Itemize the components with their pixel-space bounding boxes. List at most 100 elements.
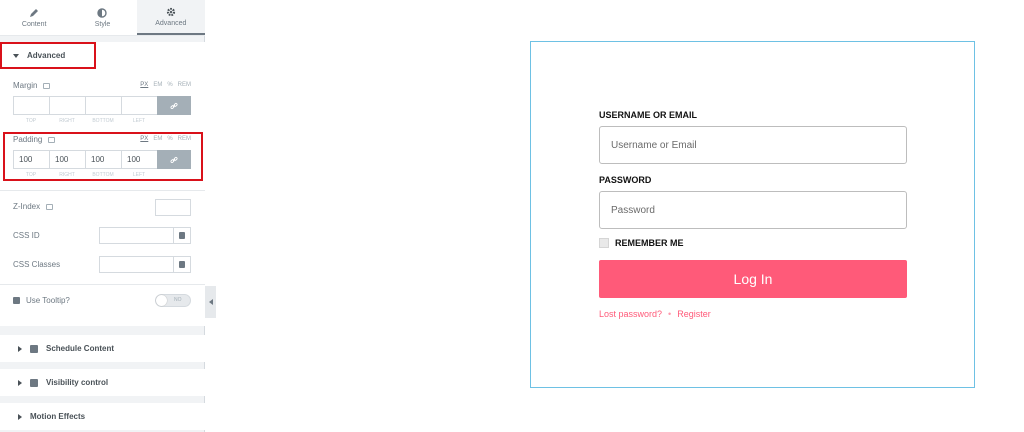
- desktop-icon[interactable]: [43, 82, 51, 89]
- padding-label: Padding: [13, 135, 43, 144]
- unit-rem[interactable]: REM: [178, 136, 191, 142]
- section-label: Motion Effects: [30, 412, 86, 421]
- margin-top-input[interactable]: [13, 96, 49, 115]
- register-link[interactable]: Register: [677, 309, 711, 319]
- unit-px[interactable]: PX: [140, 136, 148, 142]
- padding-right-input[interactable]: 100: [49, 150, 85, 169]
- padding-link-button[interactable]: [157, 150, 191, 169]
- dim-label-left: LEFT: [132, 118, 146, 124]
- advanced-section-header[interactable]: Advanced: [0, 42, 96, 69]
- unit-em[interactable]: EM: [153, 82, 162, 88]
- margin-units: PX EM % REM: [140, 82, 191, 88]
- divider: [0, 284, 205, 285]
- password-label: PASSWORD: [599, 175, 652, 185]
- caret-right-icon: [18, 345, 22, 352]
- login-button[interactable]: Log In: [599, 260, 907, 298]
- chevron-left-icon: [208, 299, 213, 305]
- password-input[interactable]: Password: [599, 191, 907, 229]
- element-icon: [30, 344, 38, 353]
- unit-em[interactable]: EM: [153, 136, 162, 142]
- dim-label-top: TOP: [25, 118, 37, 124]
- dim-label-right: RIGHT: [59, 172, 75, 178]
- desktop-icon[interactable]: [46, 203, 54, 210]
- section-label: Schedule Content: [46, 344, 115, 353]
- section-motion-effects[interactable]: Motion Effects: [0, 403, 205, 430]
- padding-top-input[interactable]: 100: [13, 150, 49, 169]
- toggle-text: NO: [174, 297, 182, 303]
- margin-bottom-input[interactable]: [85, 96, 121, 115]
- caret-right-icon: [18, 379, 22, 386]
- gear-icon: [166, 7, 175, 16]
- css-id-label-group: CSS ID: [13, 231, 40, 240]
- margin-dimensions: [13, 96, 191, 115]
- link-icon: [170, 156, 178, 163]
- css-id-label: CSS ID: [13, 231, 40, 240]
- remember-me-label: REMEMBER ME: [615, 238, 684, 248]
- section-schedule-content[interactable]: Schedule Content: [0, 335, 205, 362]
- dynamic-tags-button[interactable]: [173, 257, 190, 272]
- padding-left-input[interactable]: 100: [121, 150, 157, 169]
- css-classes-label: CSS Classes: [13, 260, 61, 269]
- tab-advanced[interactable]: Advanced: [136, 0, 205, 35]
- lost-password-link[interactable]: Lost password?: [599, 309, 662, 319]
- panel-tabs: Content Style Advanced: [0, 0, 205, 36]
- margin-dim-labels: TOP RIGHT BOTTOM LEFT: [13, 118, 191, 124]
- database-icon: [179, 261, 185, 268]
- link-icon: [170, 102, 178, 109]
- padding-bottom-input[interactable]: 100: [85, 150, 121, 169]
- margin-left-input[interactable]: [121, 96, 157, 115]
- tooltip-label-group: Use Tooltip?: [13, 296, 70, 305]
- z-index-label-group: Z-Index: [13, 202, 54, 211]
- element-icon: [30, 378, 38, 387]
- padding-label-group: Padding: [13, 135, 56, 144]
- tab-content-label: Content: [21, 20, 47, 28]
- remember-me-checkbox[interactable]: [599, 238, 609, 248]
- dim-label-right: RIGHT: [59, 118, 75, 124]
- dim-label-top: TOP: [25, 172, 37, 178]
- toggle-knob: [156, 295, 167, 306]
- tab-style[interactable]: Style: [68, 0, 136, 35]
- margin-link-button[interactable]: [157, 96, 191, 115]
- z-index-input[interactable]: [155, 199, 191, 216]
- unit-percent[interactable]: %: [167, 82, 172, 88]
- dim-label-left: LEFT: [132, 172, 146, 178]
- advanced-section: Advanced Margin PX EM % REM TOP RIGHT BO…: [0, 42, 205, 326]
- login-links: Lost password? • Register: [599, 309, 711, 319]
- dynamic-tags-button[interactable]: [173, 228, 190, 243]
- css-classes-label-group: CSS Classes: [13, 260, 60, 269]
- caret-down-icon: [13, 53, 19, 58]
- caret-right-icon: [18, 413, 22, 420]
- advanced-title: Advanced: [27, 51, 66, 60]
- element-icon: [13, 297, 20, 304]
- unit-percent[interactable]: %: [167, 136, 172, 142]
- css-classes-input[interactable]: [99, 256, 191, 273]
- css-id-input[interactable]: [99, 227, 191, 244]
- tab-content[interactable]: Content: [0, 0, 68, 35]
- half-circle-icon: [97, 7, 108, 18]
- margin-right-input[interactable]: [49, 96, 85, 115]
- database-icon: [179, 232, 185, 239]
- tab-style-label: Style: [94, 20, 111, 28]
- link-separator: •: [668, 309, 672, 319]
- padding-dimensions: 100 100 100 100: [13, 150, 191, 169]
- tooltip-toggle[interactable]: NO: [155, 294, 191, 307]
- dim-label-bottom: BOTTOM: [92, 172, 114, 178]
- padding-dim-labels: TOP RIGHT BOTTOM LEFT: [13, 172, 191, 178]
- tooltip-label: Use Tooltip?: [26, 296, 70, 305]
- desktop-icon[interactable]: [48, 136, 56, 143]
- unit-px[interactable]: PX: [140, 82, 148, 88]
- username-label: USERNAME OR EMAIL: [599, 110, 698, 120]
- divider: [0, 190, 205, 191]
- z-index-label: Z-Index: [13, 202, 41, 211]
- padding-units: PX EM % REM: [140, 136, 191, 142]
- section-label: Visibility control: [46, 378, 109, 387]
- margin-label-group: Margin: [13, 81, 51, 90]
- panel-collapse-handle[interactable]: [205, 286, 216, 318]
- dim-label-bottom: BOTTOM: [92, 118, 114, 124]
- username-input[interactable]: Username or Email: [599, 126, 907, 164]
- section-visibility-control[interactable]: Visibility control: [0, 369, 205, 396]
- tab-advanced-label: Advanced: [155, 19, 187, 27]
- unit-rem[interactable]: REM: [178, 82, 191, 88]
- pencil-icon: [30, 8, 39, 17]
- editor-panel: Content Style Advanced Advanced Margin P…: [0, 0, 205, 432]
